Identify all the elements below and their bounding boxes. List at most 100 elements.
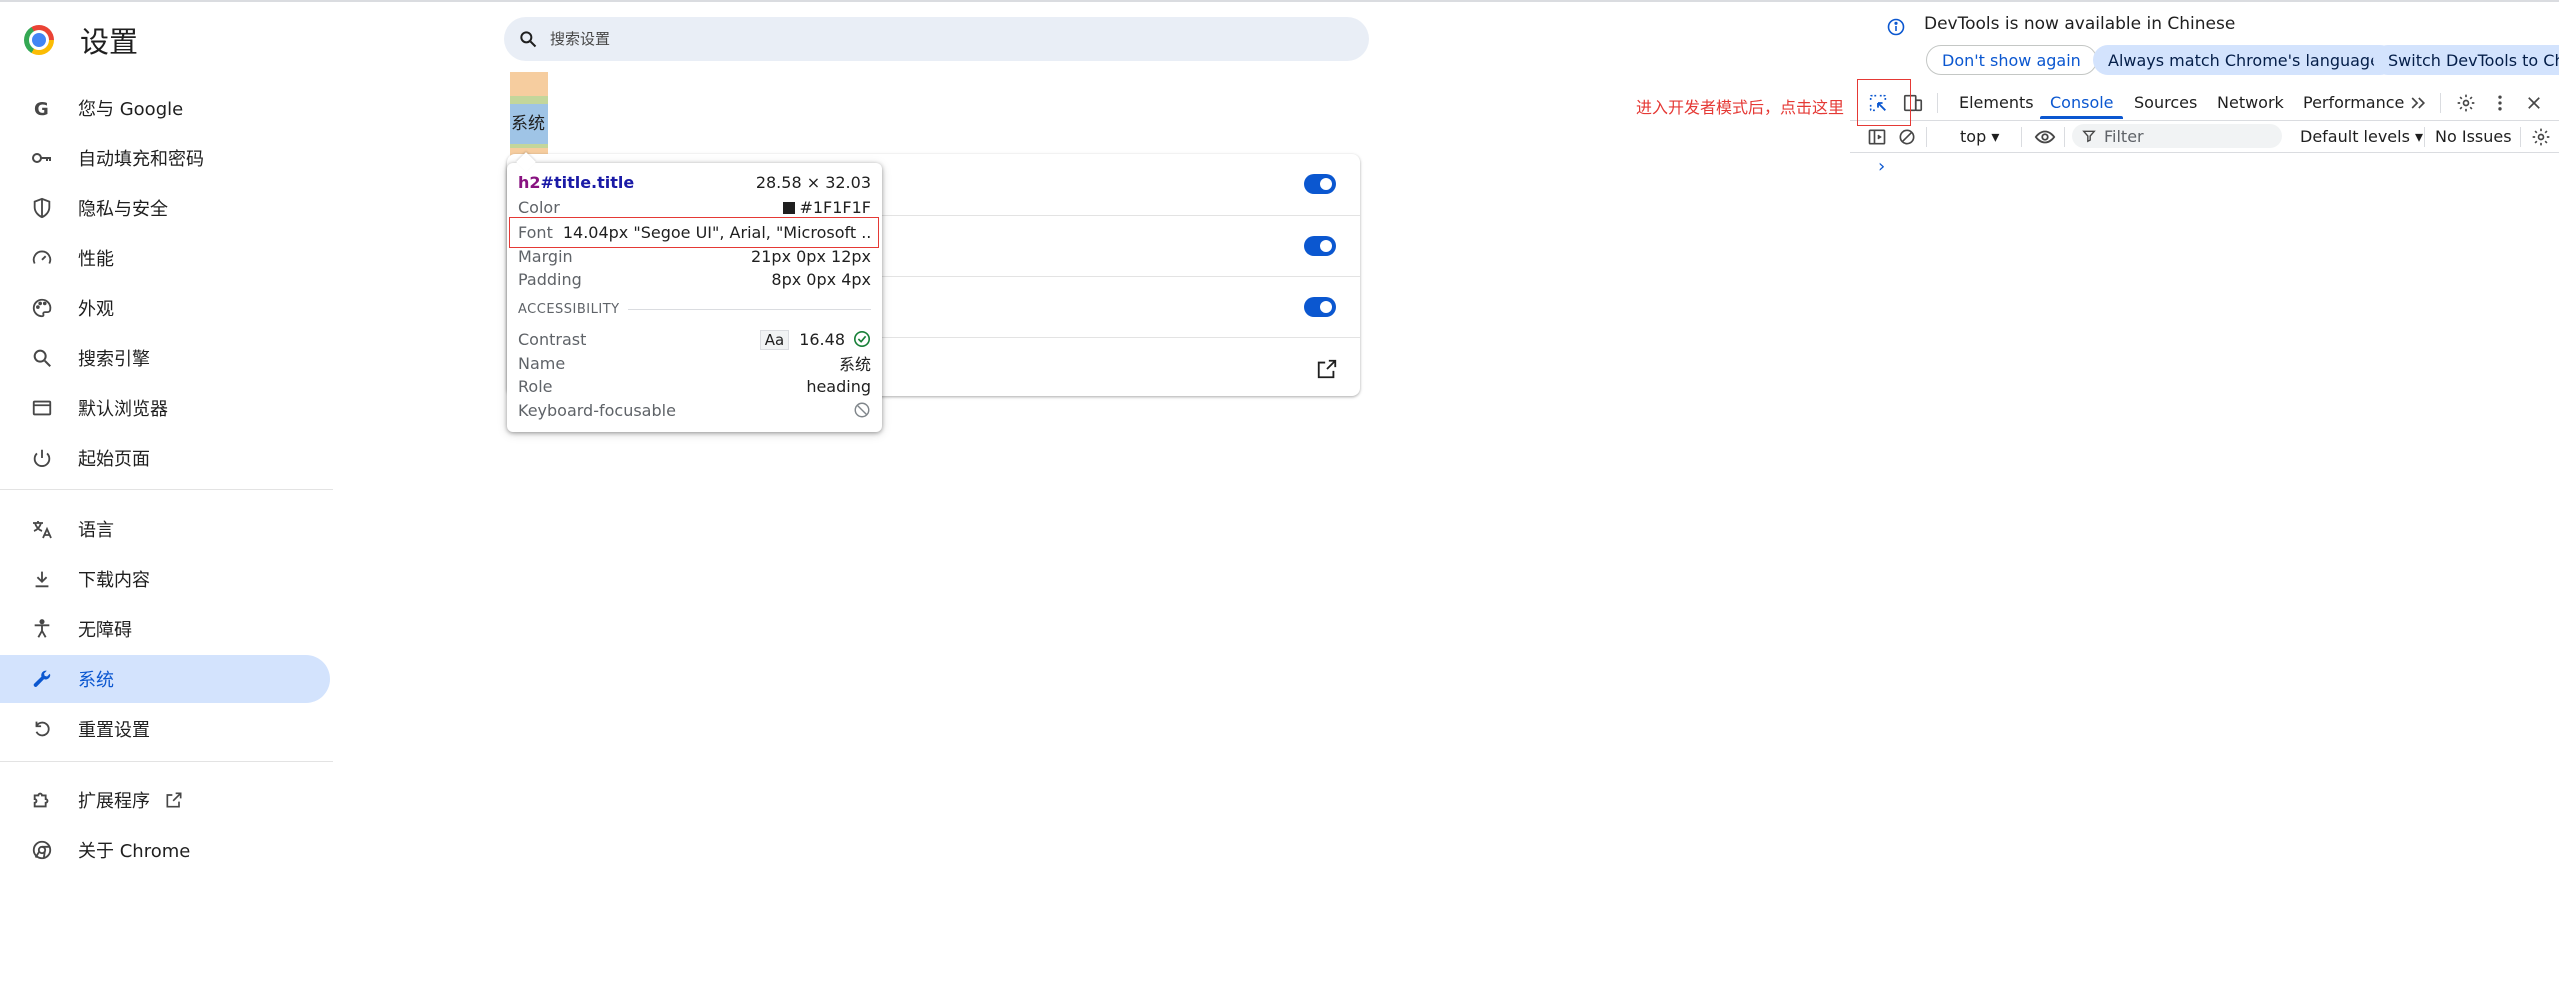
toolbar-divider [1926, 127, 1927, 147]
search-input[interactable] [550, 30, 1250, 48]
sidebar-item-privacy[interactable]: 隐私与安全 [0, 184, 330, 232]
page-title: 设置 [80, 25, 139, 59]
sidebar-item-label: 下载内容 [78, 570, 150, 591]
switch-devtools-language-button[interactable]: Switch DevTools to Chin [2373, 45, 2559, 75]
tab-sources[interactable]: Sources [2134, 93, 2197, 112]
window-top-border [0, 0, 2559, 2]
palette-icon [30, 296, 54, 320]
tooltip-row-contrast: Contrast Aa 16.48 [518, 328, 871, 350]
row-label: Name [518, 353, 566, 373]
open-in-new-icon[interactable] [1316, 358, 1338, 380]
row-value: 8px 0px 4px [771, 269, 871, 289]
sidebar-item-label: 搜索引擎 [78, 349, 150, 370]
sidebar-item-search-engine[interactable]: 搜索引擎 [0, 334, 330, 382]
toolbar-divider [2424, 127, 2425, 147]
tab-elements[interactable]: Elements [1959, 93, 2034, 112]
settings-search-box[interactable] [504, 17, 1369, 61]
row-label: Contrast [518, 329, 587, 349]
sidebar-item-downloads[interactable]: 下载内容 [0, 555, 330, 603]
toolbar-divider [2021, 127, 2022, 147]
clear-console-icon[interactable] [1896, 126, 1918, 148]
row-label: Role [518, 376, 553, 396]
divider [627, 308, 871, 310]
dropdown-arrow-icon: ▾ [1991, 127, 2000, 146]
sidebar-item-reset[interactable]: 重置设置 [0, 705, 330, 753]
close-devtools-icon[interactable] [2522, 91, 2546, 115]
tab-console[interactable]: Console [2050, 93, 2114, 112]
sidebar-item-languages[interactable]: 语言 [0, 505, 330, 553]
row-label: Keyboard-focusable [518, 400, 676, 420]
tooltip-row-role: Role heading [518, 375, 871, 397]
svg-text:G: G [34, 99, 49, 118]
console-prompt-chevron-icon[interactable]: › [1878, 156, 1885, 177]
info-icon [1887, 18, 1905, 36]
accessibility-icon [30, 617, 54, 641]
row-label: Padding [518, 269, 582, 289]
settings-gear-icon[interactable] [2454, 91, 2478, 115]
chrome-icon [30, 838, 54, 862]
contrast-value: 16.48 [799, 329, 845, 349]
sidebar-item-you-and-google[interactable]: G 您与 Google [0, 84, 330, 132]
not-focusable-icon [854, 402, 870, 418]
sidebar-item-accessibility[interactable]: 无障碍 [0, 605, 330, 653]
show-sidebar-icon[interactable] [1866, 126, 1888, 148]
sidebar-item-label: 起始页面 [78, 449, 150, 470]
levels-value: Default levels [2300, 127, 2410, 146]
always-match-language-button[interactable]: Always match Chrome's language [2093, 45, 2395, 75]
padding-overlay-top [510, 96, 548, 104]
sidebar-item-label: 无障碍 [78, 620, 132, 641]
live-expression-eye-icon[interactable] [2034, 126, 2056, 148]
tab-network[interactable]: Network [2217, 93, 2284, 112]
sidebar-item-appearance[interactable]: 外观 [0, 284, 330, 332]
toolbar-divider [2520, 127, 2521, 147]
reset-icon [30, 717, 54, 741]
inspect-tooltip: h2#title.title 28.58 × 32.03 Color #1F1F… [507, 163, 882, 432]
context-value: top [1960, 127, 1987, 146]
devtools-language-banner-text: DevTools is now available in Chinese [1924, 14, 2236, 34]
element-dimensions: 28.58 × 32.03 [755, 172, 871, 192]
toggle-switch[interactable] [1304, 236, 1336, 256]
tab-performance[interactable]: Performance [2303, 93, 2404, 112]
toggle-switch[interactable] [1304, 174, 1336, 194]
key-icon [30, 146, 54, 170]
chrome-logo-icon [24, 25, 54, 55]
color-swatch [783, 201, 796, 214]
context-selector[interactable]: top ▾ [1960, 127, 1999, 146]
sidebar-item-about-chrome[interactable]: 关于 Chrome [0, 826, 330, 874]
dropdown-arrow-icon: ▾ [2415, 127, 2424, 146]
more-options-icon[interactable] [2488, 91, 2512, 115]
search-icon [518, 28, 540, 50]
console-filter-box[interactable] [2072, 124, 2282, 148]
sidebar-item-label: 您与 Google [78, 99, 184, 120]
tooltip-row-padding: Padding 8px 0px 4px [518, 268, 871, 290]
sidebar-item-label: 系统 [78, 670, 114, 691]
sidebar-item-label: 外观 [78, 299, 114, 320]
sidebar-item-on-startup[interactable]: 起始页面 [0, 434, 330, 482]
sidebar-item-label: 性能 [78, 249, 114, 270]
padding-overlay-bottom [510, 144, 548, 148]
more-tabs-chevron-icon[interactable] [2406, 91, 2430, 115]
row-value: heading [806, 376, 871, 396]
toggle-switch[interactable] [1304, 297, 1336, 317]
sidebar-item-system[interactable]: 系统 [0, 655, 330, 703]
devtools-main-toolbar: Elements Console Sources Network Perform… [1850, 85, 2559, 121]
row-label: Margin [518, 246, 573, 266]
dont-show-again-button[interactable]: Don't show again [1926, 45, 2097, 75]
row-label: Color [518, 197, 560, 217]
sidebar-item-autofill[interactable]: 自动填充和密码 [0, 134, 330, 182]
log-levels-dropdown[interactable]: Default levels ▾ [2300, 127, 2423, 146]
issues-counter[interactable]: No Issues [2435, 127, 2512, 146]
sidebar-item-performance[interactable]: 性能 [0, 234, 330, 282]
sidebar-item-extensions[interactable]: 扩展程序 [0, 776, 330, 824]
sidebar-divider [0, 761, 333, 762]
active-tab-indicator [2040, 116, 2123, 119]
sidebar-item-default-browser[interactable]: 默认浏览器 [0, 384, 330, 432]
translate-icon [30, 517, 54, 541]
filter-icon [2082, 130, 2096, 143]
tooltip-row-margin: Margin 21px 0px 12px [518, 245, 871, 267]
tooltip-row-keyboard-focusable: Keyboard-focusable [518, 399, 871, 421]
tooltip-row-color: Color #1F1F1F [518, 196, 871, 218]
element-tag: h2 [518, 172, 541, 192]
filter-input[interactable] [2104, 126, 2274, 146]
console-settings-gear-icon[interactable] [2530, 126, 2552, 148]
